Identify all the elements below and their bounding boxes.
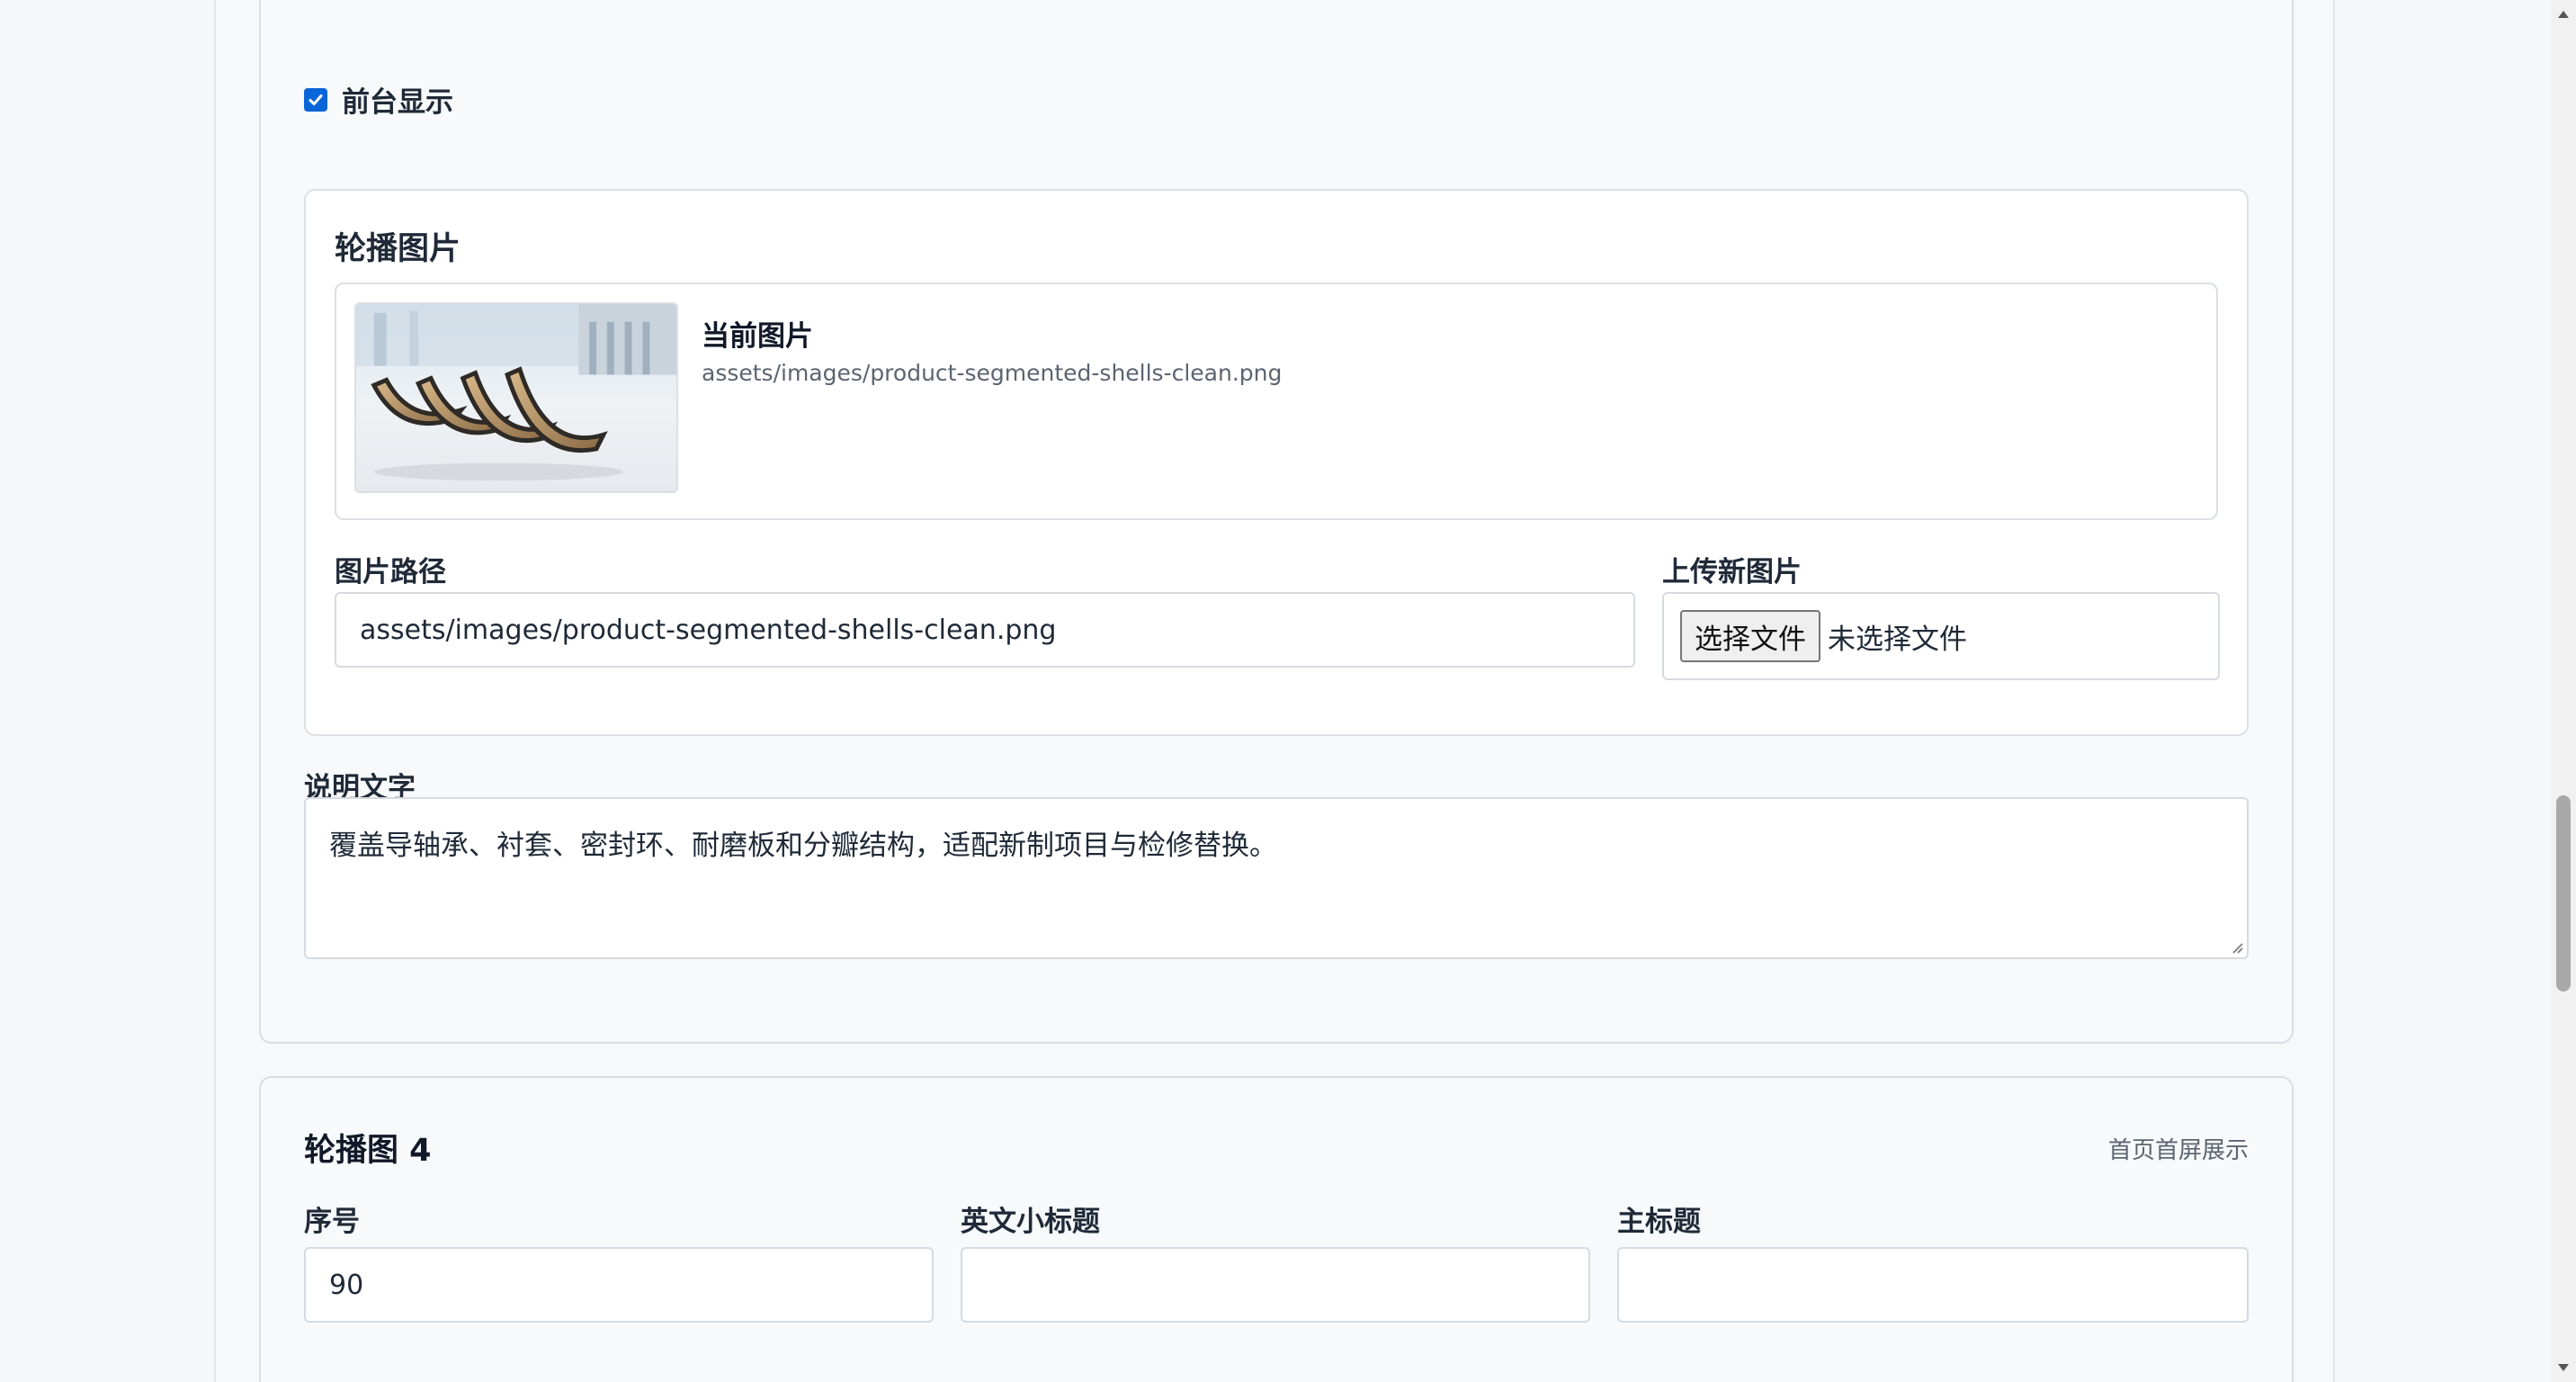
carousel-3-card: 前台显示 轮播图片 当前图片 assets/images/product-seg… <box>259 0 2294 1044</box>
current-image-title: 当前图片 <box>702 320 813 353</box>
main-column: 前台显示 轮播图片 当前图片 assets/images/product-seg… <box>214 0 2335 1382</box>
carousel-image-panel: 轮播图片 当前图片 assets/images/product-segmente… <box>304 189 2249 736</box>
checkmark-icon <box>309 94 323 105</box>
main-title-label: 主标题 <box>1617 1206 1701 1238</box>
caption-text: 覆盖导轴承、衬套、密封环、耐磨板和分瓣结构，适配新制项目与检修替换。 <box>329 830 1277 862</box>
scroll-up-icon[interactable] <box>2551 4 2576 25</box>
upload-image-label: 上传新图片 <box>1662 556 1802 588</box>
current-image-path: assets/images/product-segmented-shells-c… <box>702 360 1283 386</box>
caption-textarea[interactable]: 覆盖导轴承、衬套、密封环、耐磨板和分瓣结构，适配新制项目与检修替换。 <box>304 797 2249 959</box>
carousel-4-note: 首页首屏展示 <box>2107 1137 2249 1164</box>
choose-file-button[interactable]: 选择文件 <box>1680 610 1820 662</box>
vertical-scrollbar[interactable] <box>2551 0 2576 1382</box>
scroll-down-icon[interactable] <box>2551 1357 2576 1378</box>
frontend-display-label[interactable]: 前台显示 <box>342 79 453 120</box>
carousel-4-heading: 轮播图 4 <box>304 1133 432 1169</box>
en-subtitle-label: 英文小标题 <box>961 1206 1100 1238</box>
en-subtitle-input[interactable] <box>961 1247 1590 1323</box>
image-path-label: 图片路径 <box>335 556 446 588</box>
upload-image-input[interactable]: 选择文件 未选择文件 <box>1662 592 2220 680</box>
order-input[interactable]: 90 <box>304 1247 934 1323</box>
main-title-input[interactable] <box>1617 1247 2249 1323</box>
frontend-display-row[interactable]: 前台显示 <box>304 79 453 120</box>
order-label: 序号 <box>304 1206 360 1238</box>
frontend-display-checkbox[interactable] <box>304 87 327 112</box>
carousel-4-card: 轮播图 4 首页首屏展示 序号 90 英文小标题 主标题 <box>259 1076 2294 1382</box>
no-file-chosen-text: 未选择文件 <box>1828 623 1967 656</box>
current-image-thumbnail <box>354 302 678 493</box>
current-image-preview: 当前图片 assets/images/product-segmented-she… <box>335 283 2218 520</box>
resize-grip-icon[interactable] <box>2229 939 2243 954</box>
image-path-input[interactable]: assets/images/product-segmented-shells-c… <box>335 592 1635 668</box>
carousel-image-title: 轮播图片 <box>335 231 461 267</box>
scroll-thumb[interactable] <box>2556 795 2571 992</box>
